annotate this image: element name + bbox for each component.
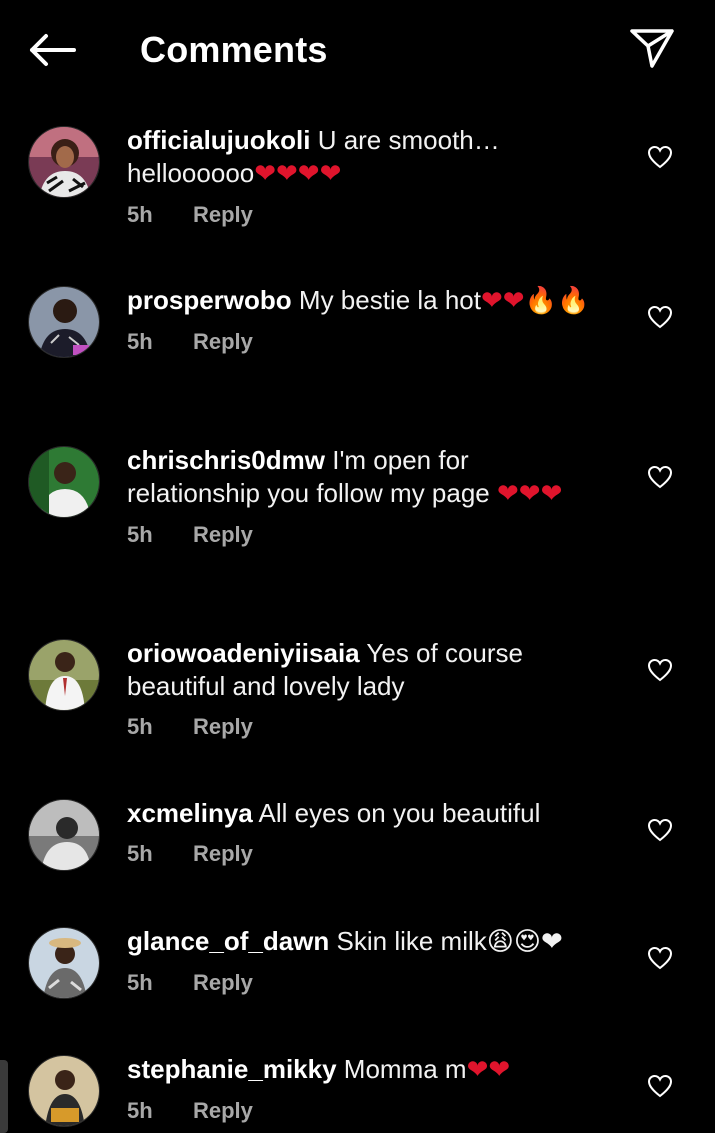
comment-message: Momma m bbox=[343, 1054, 467, 1084]
comment-body: stephanie_mikky Momma m❤❤ 5h Reply bbox=[127, 1053, 607, 1125]
heart-outline-icon bbox=[647, 946, 673, 975]
comment-meta: 5h Reply bbox=[127, 713, 607, 741]
avatar[interactable] bbox=[28, 639, 100, 711]
comment-meta: 5h Reply bbox=[127, 969, 607, 997]
reply-button[interactable]: Reply bbox=[193, 521, 253, 549]
reply-button[interactable]: Reply bbox=[193, 969, 253, 997]
comment-body: officialujuokoli U are smooth… hellooooo… bbox=[127, 124, 607, 229]
comment-meta: 5h Reply bbox=[127, 521, 607, 549]
comment-username[interactable]: xcmelinya bbox=[127, 798, 253, 828]
comment-text: oriowoadeniyiisaia Yes of course beautif… bbox=[127, 637, 607, 703]
like-button[interactable] bbox=[645, 817, 675, 847]
comment-username[interactable]: oriowoadeniyiisaia bbox=[127, 638, 360, 668]
reply-button[interactable]: Reply bbox=[193, 201, 253, 229]
comment-text: xcmelinya All eyes on you beautiful bbox=[127, 797, 607, 830]
avatar[interactable] bbox=[28, 927, 100, 999]
like-button[interactable] bbox=[645, 304, 675, 334]
comment-username[interactable]: officialujuokoli bbox=[127, 125, 310, 155]
heart-outline-icon bbox=[647, 818, 673, 847]
comments-screen: Comments officialujuokoli U are smooth… … bbox=[0, 0, 715, 1133]
comment-text: glance_of_dawn Skin like milk😩😍❤ bbox=[127, 925, 607, 959]
avatar[interactable] bbox=[28, 799, 100, 871]
comment-meta: 5h Reply bbox=[127, 840, 607, 868]
comment-meta: 5h Reply bbox=[127, 1097, 607, 1125]
heart-outline-icon bbox=[647, 1074, 673, 1103]
comment-emojis: ❤❤❤❤ bbox=[254, 159, 342, 189]
comment-list: officialujuokoli U are smooth… hellooooo… bbox=[0, 0, 715, 1133]
comment-username[interactable]: prosperwobo bbox=[127, 285, 292, 315]
comment-username[interactable]: chrischris0dmw bbox=[127, 445, 325, 475]
comment-time: 5h bbox=[127, 1098, 153, 1123]
comment-body: glance_of_dawn Skin like milk😩😍❤ 5h Reply bbox=[127, 925, 607, 997]
avatar[interactable] bbox=[28, 286, 100, 358]
comment-time: 5h bbox=[127, 841, 153, 866]
comment-username[interactable]: glance_of_dawn bbox=[127, 926, 329, 956]
avatar[interactable] bbox=[28, 446, 100, 518]
comment-body: chrischris0dmw I'm open for relationship… bbox=[127, 444, 607, 549]
comment-message: My bestie la hot bbox=[298, 285, 481, 315]
comment-emojis: ❤❤ bbox=[466, 1055, 511, 1085]
heart-outline-icon bbox=[647, 658, 673, 687]
reply-button[interactable]: Reply bbox=[193, 840, 253, 868]
reply-button[interactable]: Reply bbox=[193, 328, 253, 356]
heart-outline-icon bbox=[647, 465, 673, 494]
avatar[interactable] bbox=[28, 1055, 100, 1127]
comment-time: 5h bbox=[127, 714, 153, 739]
comment-message: All eyes on you beautiful bbox=[258, 798, 541, 828]
comment-meta: 5h Reply bbox=[127, 201, 607, 229]
comment-emojis: ❤❤❤ bbox=[497, 479, 563, 509]
reply-button[interactable]: Reply bbox=[193, 1097, 253, 1125]
comment-emojis: ❤❤🔥🔥 bbox=[481, 286, 590, 316]
comment-message: Skin like milk bbox=[336, 926, 487, 956]
edge-handle[interactable] bbox=[0, 1060, 8, 1133]
like-button[interactable] bbox=[645, 945, 675, 975]
like-button[interactable] bbox=[645, 657, 675, 687]
comment-emojis: 😩😍❤ bbox=[486, 927, 563, 957]
comment-text: stephanie_mikky Momma m❤❤ bbox=[127, 1053, 607, 1087]
comment-time: 5h bbox=[127, 522, 153, 547]
comment-text: prosperwobo My bestie la hot❤❤🔥🔥 bbox=[127, 284, 607, 318]
comment-meta: 5h Reply bbox=[127, 328, 607, 356]
comment-body: xcmelinya All eyes on you beautiful 5h Re… bbox=[127, 797, 607, 868]
like-button[interactable] bbox=[645, 1073, 675, 1103]
comment-time: 5h bbox=[127, 329, 153, 354]
heart-outline-icon bbox=[647, 145, 673, 174]
avatar[interactable] bbox=[28, 126, 100, 198]
heart-outline-icon bbox=[647, 305, 673, 334]
comment-time: 5h bbox=[127, 202, 153, 227]
comment-text: chrischris0dmw I'm open for relationship… bbox=[127, 444, 607, 511]
comment-text: officialujuokoli U are smooth… hellooooo… bbox=[127, 124, 607, 191]
comment-time: 5h bbox=[127, 970, 153, 995]
comment-body: oriowoadeniyiisaia Yes of course beautif… bbox=[127, 637, 607, 741]
like-button[interactable] bbox=[645, 144, 675, 174]
reply-button[interactable]: Reply bbox=[193, 713, 253, 741]
comment-username[interactable]: stephanie_mikky bbox=[127, 1054, 337, 1084]
comment-body: prosperwobo My bestie la hot❤❤🔥🔥 5h Reply bbox=[127, 284, 607, 356]
like-button[interactable] bbox=[645, 464, 675, 494]
